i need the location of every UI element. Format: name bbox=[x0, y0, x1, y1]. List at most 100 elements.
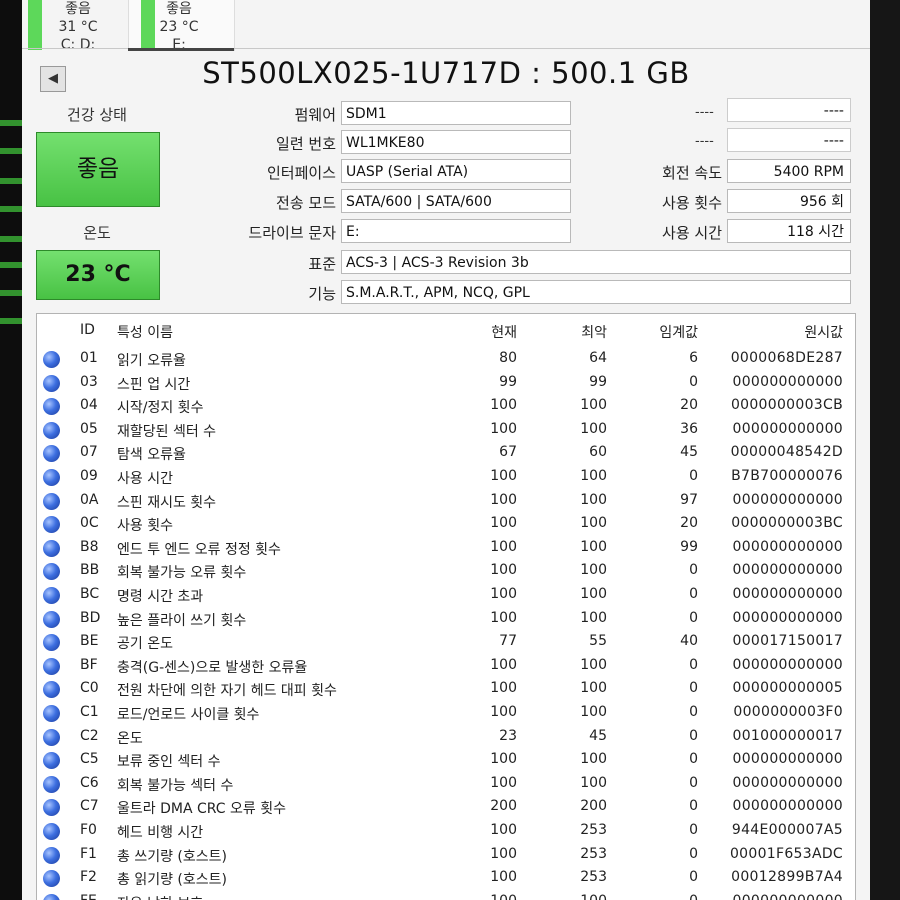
table-row[interactable]: 0A 스핀 재시도 횟수 100 100 97 000000000000 bbox=[37, 490, 855, 514]
health-status-button[interactable]: 좋음 bbox=[36, 132, 160, 207]
attr-raw: 0000000003CB bbox=[730, 397, 843, 414]
attr-name: 명령 시간 초과 bbox=[117, 589, 204, 605]
table-row[interactable]: C6 회복 불가능 섹터 수 100 100 0 000000000000 bbox=[37, 773, 855, 797]
attr-name: 총 쓰기량 (호스트) bbox=[117, 848, 227, 865]
table-row[interactable]: BB 회복 불가능 오류 횟수 100 100 0 000000000000 bbox=[37, 560, 855, 584]
attr-raw: 0000068DE287 bbox=[730, 350, 843, 366]
table-row[interactable]: FE자유 낙하 보호1001000000000000000 bbox=[37, 891, 855, 900]
attr-raw: 000000000000 bbox=[732, 751, 843, 768]
table-row[interactable]: BE 공기 온도 77 55 40 000017150017 bbox=[37, 631, 855, 655]
attr-raw: 000000000000 bbox=[732, 373, 843, 390]
attr-worst: 100 bbox=[580, 680, 607, 697]
header-worst[interactable]: 최악 bbox=[581, 322, 607, 342]
attr-id: C0 bbox=[80, 680, 99, 697]
table-row[interactable]: C0 전원 차단에 의한 자기 헤드 대피 횟수 100 100 0 0000000000… bbox=[37, 678, 855, 702]
table-row[interactable]: C7 울트라 DMA CRC 오류 횟수 200 200 0 000000000000 bbox=[37, 796, 855, 820]
attr-raw: 000000000000 bbox=[732, 420, 843, 437]
table-row[interactable]: 03 스핀 업 시간 99 99 0 000000000000 bbox=[37, 372, 855, 396]
drive-tab-e[interactable]: 좋음 23 °C E: bbox=[128, 0, 235, 53]
tab-status: 좋음 bbox=[166, 1, 192, 17]
attr-raw: 000000000000 bbox=[732, 562, 843, 579]
table-row[interactable]: BC 명령 시간 초과 100 100 0 000000000000 bbox=[37, 584, 855, 608]
table-row[interactable]: C5 보류 중인 섹터 수 100 100 0 000000000000 bbox=[37, 749, 855, 773]
attr-threshold: 97 bbox=[680, 491, 698, 508]
interface-field: UASP (Serial ATA) bbox=[341, 159, 571, 183]
attr-name: 사용 횟수 bbox=[117, 518, 173, 535]
table-row[interactable]: BF 충격(G-센스)으로 발생한 오류율 100 100 0 000000000000 bbox=[37, 655, 855, 679]
attr-threshold: 45 bbox=[680, 444, 698, 461]
attr-current: 100 bbox=[490, 680, 517, 697]
status-dot-icon bbox=[43, 657, 60, 675]
attr-id: C5 bbox=[80, 751, 99, 768]
status-dot-icon bbox=[43, 587, 60, 604]
table-row[interactable]: 04 시작/정지 횟수 100 100 20 0000000003CB bbox=[37, 395, 855, 419]
serial-label: 일련 번호 bbox=[276, 135, 336, 153]
attr-worst: 100 bbox=[580, 538, 607, 555]
tab-temp: 23 °C bbox=[159, 19, 199, 35]
tab-temp: 31 °C bbox=[58, 19, 98, 35]
table-row[interactable]: F2 총 읽기량 (호스트) 100 253 0 00012899B7A4 bbox=[37, 867, 855, 891]
drive-tab-cd[interactable]: 좋음 31 °C C: D: bbox=[28, 0, 128, 53]
health-label: 건강 상태 bbox=[67, 106, 127, 124]
table-row[interactable]: 07 탐색 오류율 67 60 45 00000048542D bbox=[37, 442, 855, 466]
attr-name: 스핀 업 시간 bbox=[117, 376, 191, 393]
attr-name: 온도 bbox=[117, 730, 143, 747]
attr-worst: 100 bbox=[580, 704, 607, 720]
attr-threshold: 0 bbox=[689, 656, 698, 673]
status-dot-icon bbox=[43, 681, 60, 699]
attr-worst: 100 bbox=[580, 751, 607, 768]
attr-threshold: 0 bbox=[689, 727, 698, 744]
attr-id: F0 bbox=[80, 822, 97, 838]
attr-raw: 0000000003BC bbox=[731, 515, 843, 532]
attr-current: 200 bbox=[490, 798, 517, 815]
header-threshold[interactable]: 임계값 bbox=[659, 322, 698, 342]
attr-threshold: 0 bbox=[689, 586, 698, 602]
temperature-button[interactable]: 23 °C bbox=[36, 250, 160, 300]
attr-current: 100 bbox=[490, 751, 517, 768]
table-row[interactable]: C1 로드/언로드 사이클 횟수 100 100 0 0000000003F0 bbox=[37, 702, 855, 726]
attr-name: 읽기 오류율 bbox=[117, 353, 186, 369]
status-dot-icon bbox=[43, 374, 60, 392]
attr-worst: 100 bbox=[580, 656, 607, 673]
power-count-label: 사용 횟수 bbox=[662, 194, 722, 212]
attr-raw: 000000000000 bbox=[732, 798, 843, 815]
status-dot-icon bbox=[43, 728, 60, 746]
attr-worst: 100 bbox=[580, 562, 607, 579]
table-row[interactable]: B8 엔드 투 엔드 오류 정정 횟수 100 100 99 000000000000 bbox=[37, 537, 855, 561]
tab-status: 좋음 bbox=[65, 1, 91, 17]
table-row[interactable]: F0 헤드 비행 시간 100 253 0 944E000007A5 bbox=[37, 820, 855, 844]
attr-name: 헤드 비행 시간 bbox=[117, 825, 204, 841]
smart-table[interactable]: ID 특성 이름 현재 최악 임계값 원시값 01 읽기 오류율 80 64 6 0000… bbox=[36, 313, 856, 900]
status-dot-icon bbox=[43, 799, 60, 817]
header-current[interactable]: 현재 bbox=[491, 322, 517, 342]
table-row[interactable]: BD 높은 플라이 쓰기 횟수 100 100 0 000000000000 bbox=[37, 608, 855, 632]
table-row[interactable]: 01 읽기 오류율 80 64 6 0000068DE287 bbox=[37, 348, 855, 372]
attr-name: 엔드 투 엔드 오류 정정 횟수 bbox=[117, 541, 281, 558]
attr-worst: 253 bbox=[580, 869, 607, 886]
header-raw[interactable]: 원시값 bbox=[804, 322, 843, 342]
attr-id: FE bbox=[80, 893, 97, 900]
attr-worst: 100 bbox=[580, 515, 607, 532]
table-row[interactable]: 09 사용 시간 100 100 0 B7B700000076 bbox=[37, 466, 855, 490]
attr-id: 03 bbox=[80, 373, 98, 390]
status-dot-icon bbox=[43, 516, 60, 534]
attr-id: 01 bbox=[80, 350, 98, 366]
standard-label: 표준 bbox=[308, 255, 336, 273]
attr-worst: 99 bbox=[589, 373, 607, 390]
attr-current: 100 bbox=[490, 609, 517, 626]
table-row[interactable]: C2 온도 23 45 0 001000000017 bbox=[37, 726, 855, 750]
attr-current: 100 bbox=[490, 893, 517, 900]
attr-id: F1 bbox=[80, 845, 97, 862]
table-row[interactable]: 05 재할당된 섹터 수 100 100 36 000000000000 bbox=[37, 419, 855, 443]
table-row[interactable]: F1 총 쓰기량 (호스트) 100 253 0 00001F653ADC bbox=[37, 844, 855, 868]
header-id[interactable]: ID bbox=[80, 322, 95, 338]
attr-current: 99 bbox=[499, 373, 517, 390]
header-name[interactable]: 특성 이름 bbox=[117, 322, 173, 342]
attr-worst: 100 bbox=[580, 774, 607, 791]
status-dot-icon bbox=[43, 823, 60, 840]
firmware-field: SDM1 bbox=[341, 101, 571, 125]
attr-name: 자유 낙하 보호 bbox=[117, 893, 203, 900]
attr-current: 100 bbox=[490, 491, 517, 508]
table-row[interactable]: 0C 사용 횟수 100 100 20 0000000003BC bbox=[37, 513, 855, 537]
attr-worst: 45 bbox=[589, 727, 607, 744]
